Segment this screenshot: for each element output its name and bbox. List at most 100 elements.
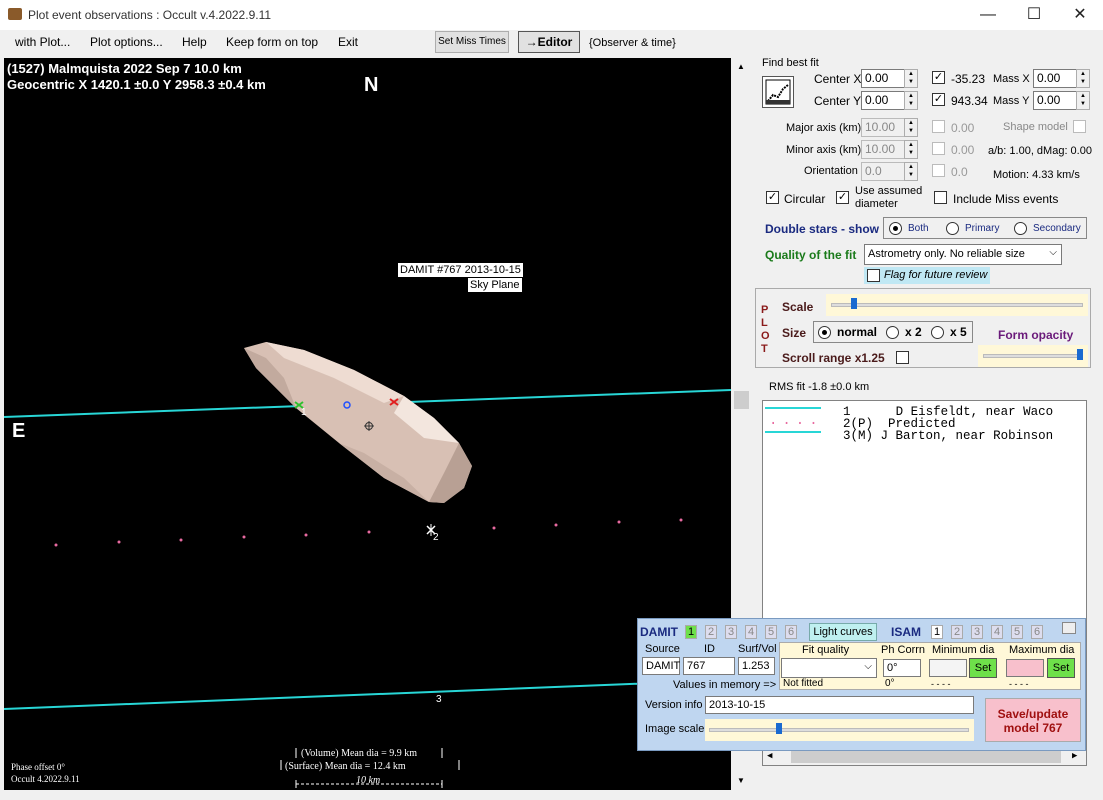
legend-scroll-thumb[interactable] xyxy=(791,750,1061,763)
max-dia-field[interactable] xyxy=(1006,659,1044,677)
scroll-right-icon[interactable]: ▶ xyxy=(1072,751,1077,761)
double-stars-label: Double stars - show xyxy=(765,222,880,236)
damit-tab-4[interactable]: 4 xyxy=(745,625,757,639)
isam-tab-1[interactable]: 1 xyxy=(931,625,943,639)
plot-controls-group: PLOT Scale Size normal x 2 x 5 Form opac… xyxy=(755,288,1091,368)
primary-radio[interactable] xyxy=(946,222,959,235)
scroll-up-icon[interactable]: ▲ xyxy=(737,62,745,71)
min-dia-header: Minimum dia xyxy=(932,644,995,656)
menu-plot-options[interactable]: Plot options... xyxy=(90,35,163,49)
major-axis-input[interactable]: 10.00 xyxy=(861,118,905,137)
orientation-input[interactable]: 0.0 xyxy=(861,162,905,181)
orient-checkbox[interactable] xyxy=(932,164,945,177)
size-normal-radio[interactable] xyxy=(818,326,831,339)
menu-exit[interactable]: Exit xyxy=(338,35,358,49)
center-x-spinner[interactable]: ▲ ▼ xyxy=(904,69,918,88)
center-y-spinner[interactable]: ▲ ▼ xyxy=(904,91,918,110)
image-scale-slider-thumb[interactable] xyxy=(775,723,782,734)
size-x2-radio[interactable] xyxy=(886,326,899,339)
minor-value: 0.00 xyxy=(951,143,975,157)
close-button[interactable]: ✕ xyxy=(1057,0,1103,30)
source-field[interactable]: DAMIT xyxy=(642,657,680,675)
isam-tab-6[interactable]: 6 xyxy=(1031,625,1043,639)
set-miss-times-button[interactable]: Set Miss Times xyxy=(435,31,509,53)
scroll-down-icon[interactable]: ▼ xyxy=(737,776,745,785)
size-normal-label: normal xyxy=(837,325,878,339)
center-y-input[interactable]: 0.00 xyxy=(861,91,905,110)
menu-with-plot[interactable]: with Plot... xyxy=(15,35,70,49)
save-update-model-button[interactable]: Save/update model 767 xyxy=(985,698,1081,742)
min-dia-set-button[interactable]: Set xyxy=(969,658,997,678)
source-header: Source xyxy=(645,643,680,655)
phcorr-field[interactable]: 0° xyxy=(883,659,921,677)
surfvol-field[interactable]: 1.253 xyxy=(738,657,775,675)
surfvol-header: Surf/Vol xyxy=(738,643,777,655)
flag-review-checkbox[interactable] xyxy=(867,269,880,282)
plot-header-geocentric: Geocentric X 1420.1 ±0.0 Y 2958.3 ±0.4 k… xyxy=(7,77,266,92)
diameter-label: diameter xyxy=(855,198,898,210)
mass-x-input[interactable]: 0.00 xyxy=(1033,69,1077,88)
damit-tab-3[interactable]: 3 xyxy=(725,625,737,639)
image-scale-slider[interactable] xyxy=(705,719,974,741)
isam-tab-5[interactable]: 5 xyxy=(1011,625,1023,639)
center-x-input[interactable]: 0.00 xyxy=(861,69,905,88)
flag-review-box: Flag for future review xyxy=(864,267,990,284)
scroll-left-icon[interactable]: ◀ xyxy=(767,751,772,761)
editor-button[interactable]: →Editor xyxy=(518,31,580,53)
minor-axis-spinner[interactable]: ▲ ▼ xyxy=(904,140,918,159)
scroll-thumb[interactable] xyxy=(734,391,749,409)
surface-dia: (Surface) Mean dia = 12.4 km xyxy=(285,761,406,772)
scroll-range-checkbox[interactable] xyxy=(896,351,909,364)
major-axis-spinner[interactable]: ▲ ▼ xyxy=(904,118,918,137)
quality-select[interactable]: Astrometry only. No reliable size ⌵ xyxy=(864,244,1062,265)
id-field[interactable]: 767 xyxy=(683,657,735,675)
damit-tab-2[interactable]: 2 xyxy=(705,625,717,639)
val2-checkbox[interactable]: ✓ xyxy=(932,93,945,106)
include-miss-checkbox[interactable] xyxy=(934,191,947,204)
form-opacity-slider-thumb[interactable] xyxy=(1077,349,1084,360)
version-info-field[interactable]: 2013-10-15 xyxy=(705,696,974,714)
mass-y-input[interactable]: 0.00 xyxy=(1033,91,1077,110)
form-opacity-slider[interactable] xyxy=(978,345,1088,367)
plot-version: Occult 4.2022.9.11 xyxy=(11,774,80,784)
legend-line-3 xyxy=(765,431,821,433)
minor-checkbox[interactable] xyxy=(932,142,945,155)
plot-canvas[interactable]: (1527) Malmquista 2022 Sep 7 10.0 km Geo… xyxy=(4,58,731,790)
max-dia-set-button[interactable]: Set xyxy=(1047,658,1075,678)
circular-checkbox[interactable]: ✓ xyxy=(766,191,779,204)
damit-tab-6[interactable]: 6 xyxy=(785,625,797,639)
fit-quality-group: Fit quality Ph Corrn Minimum dia Maximum… xyxy=(779,642,1081,690)
light-curves-button[interactable]: Light curves xyxy=(809,623,877,641)
maximize-button[interactable]: ☐ xyxy=(1011,0,1057,30)
secondary-radio[interactable] xyxy=(1014,222,1027,235)
size-x5-radio[interactable] xyxy=(931,326,944,339)
isam-tab-2[interactable]: 2 xyxy=(951,625,963,639)
max-dia-header: Maximum dia xyxy=(1009,644,1075,656)
fit-quality-select[interactable]: ⌵ xyxy=(781,658,877,678)
minor-axis-input[interactable]: 10.00 xyxy=(861,140,905,159)
isam-tab-3[interactable]: 3 xyxy=(971,625,983,639)
both-radio[interactable] xyxy=(889,222,902,235)
damit-tab-1[interactable]: 1 xyxy=(685,625,697,639)
panel-restore-icon[interactable] xyxy=(1062,622,1076,634)
minimize-button[interactable]: — xyxy=(965,0,1011,30)
min-dia-field[interactable] xyxy=(929,659,967,677)
use-assumed-checkbox[interactable]: ✓ xyxy=(836,191,849,204)
menu-help[interactable]: Help xyxy=(182,35,207,49)
val1-checkbox[interactable]: ✓ xyxy=(932,71,945,84)
isam-tab-4[interactable]: 4 xyxy=(991,625,1003,639)
mass-x-spinner[interactable]: ▲ ▼ xyxy=(1076,69,1090,88)
scale-slider-thumb[interactable] xyxy=(850,298,857,309)
observer-time-link[interactable]: {Observer & time} xyxy=(589,37,676,49)
find-best-fit-button[interactable] xyxy=(762,76,794,108)
major-checkbox[interactable] xyxy=(932,120,945,133)
plot-horizontal-scrollbar[interactable] xyxy=(0,790,735,800)
id-header: ID xyxy=(704,643,715,655)
orientation-spinner[interactable]: ▲ ▼ xyxy=(904,162,918,181)
shape-model-checkbox[interactable] xyxy=(1073,120,1086,133)
val1-text: -35.23 xyxy=(951,72,986,86)
mass-y-spinner[interactable]: ▲ ▼ xyxy=(1076,91,1090,110)
damit-tab-5[interactable]: 5 xyxy=(765,625,777,639)
menu-keep-form-on-top[interactable]: Keep form on top xyxy=(226,35,318,49)
scale-slider[interactable] xyxy=(826,294,1088,316)
